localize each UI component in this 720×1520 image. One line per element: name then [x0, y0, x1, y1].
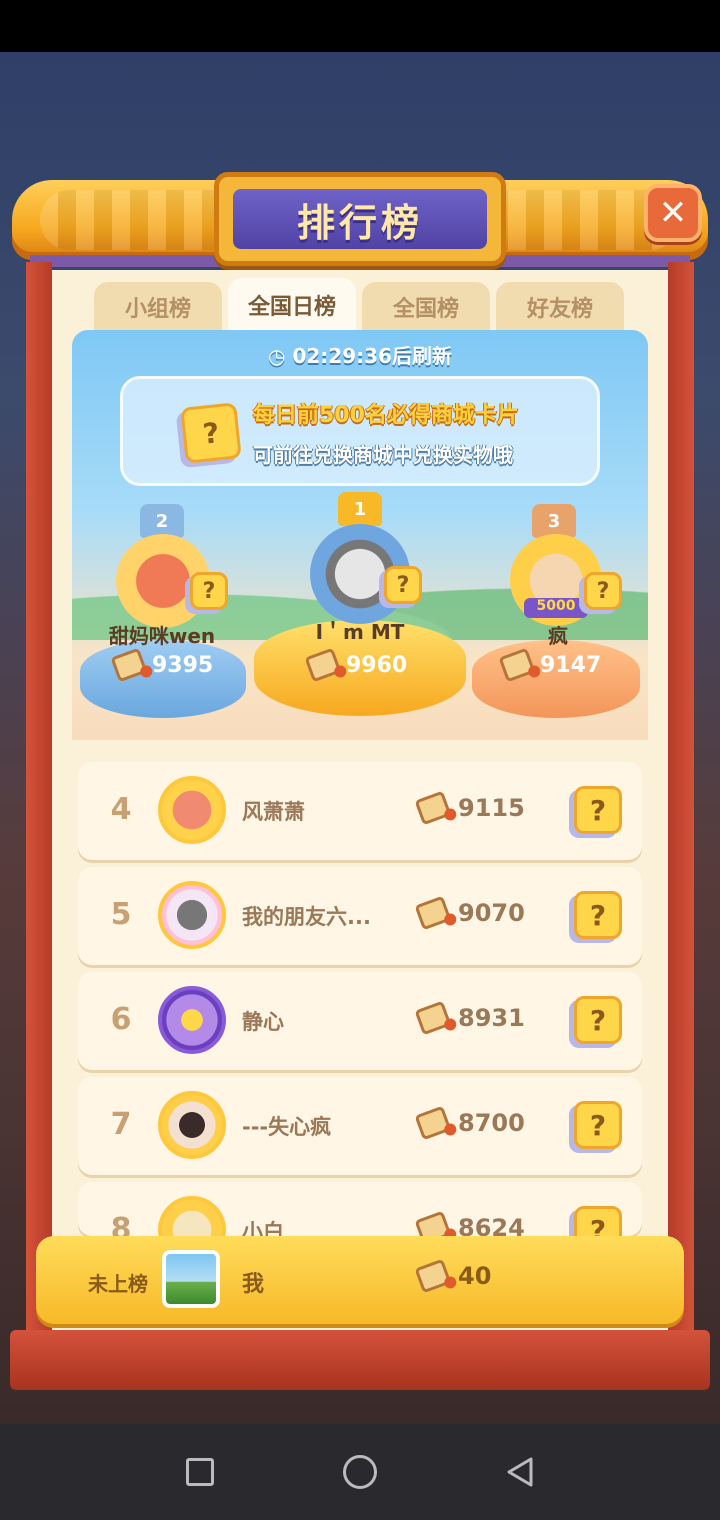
avatar [158, 881, 226, 949]
list-item[interactable]: 5 我的朋友六... 9070 ? [78, 867, 642, 965]
scroll-token-icon [414, 1000, 452, 1036]
rank-number: 6 [110, 1002, 132, 1037]
player-score: 9115 [414, 790, 525, 826]
player-score: 8624 [414, 1210, 525, 1236]
podium-rank-3[interactable]: 3 5000 ? 疯 9147 [468, 500, 648, 730]
podium-score: 9395 [110, 647, 213, 683]
back-button[interactable] [490, 1442, 550, 1502]
avatar [158, 986, 226, 1054]
rank-number: 4 [110, 792, 132, 827]
circle-icon [343, 1455, 377, 1489]
player-name: 静心 [242, 1010, 284, 1034]
frame-pillar-left [26, 262, 52, 1352]
square-icon [186, 1458, 214, 1486]
scroll-token-icon [304, 647, 342, 683]
podium-name: 甜妈咪wen [108, 624, 216, 648]
player-name: 我的朋友六... [242, 905, 371, 929]
avatar [162, 1250, 220, 1308]
podium-rank-1[interactable]: 1 ? I＇m MT 9960 [252, 490, 468, 730]
list-item[interactable]: 6 静心 8931 ? [78, 972, 642, 1070]
scroll-token-icon [414, 790, 452, 826]
question-card-icon[interactable]: ? [574, 786, 622, 834]
top3-stage: ◷ 02:29:36后刷新 ? 每日前500名必得商城卡片 可前往兑换商城中兑换… [72, 330, 648, 740]
list-item[interactable]: 7 ---失心疯 8700 ? [78, 1077, 642, 1175]
podium-score: 9147 [498, 647, 601, 683]
podium-score: 9960 [304, 647, 407, 683]
avatar-badge: 5000 [524, 598, 588, 618]
tab-group[interactable]: 小组榜 [94, 282, 222, 332]
banner-line2: 可前往兑换商城中兑换实物哦 [253, 443, 513, 467]
frame-base [10, 1330, 710, 1390]
my-score: 40 [414, 1258, 491, 1294]
my-rank-bar[interactable]: 未上榜 我 40 [36, 1236, 684, 1324]
question-card-icon: ? [190, 572, 228, 610]
podium-rank-2[interactable]: 2 ? 甜妈咪wen 9395 [72, 500, 252, 730]
rank-number: 7 [110, 1107, 132, 1142]
question-card-icon[interactable]: ? [574, 1101, 622, 1149]
question-card-icon[interactable]: ? [574, 891, 622, 939]
status-bar [0, 0, 720, 52]
tab-national-daily[interactable]: 全国日榜 [228, 278, 356, 332]
podium-name: 疯 [548, 624, 568, 648]
system-nav-bar [0, 1424, 720, 1520]
home-button[interactable] [330, 1442, 390, 1502]
close-icon: ✕ [658, 193, 688, 233]
scroll-token-icon [414, 895, 452, 931]
scroll-token-icon [110, 647, 148, 683]
question-card-icon[interactable]: ? [574, 996, 622, 1044]
player-score: 9070 [414, 895, 525, 931]
crown-icon: 1 [338, 492, 382, 526]
rank-number: 5 [110, 897, 132, 932]
question-card-icon: ? [384, 566, 422, 604]
tab-bar: 小组榜 全国日榜 全国榜 好友榜 [94, 278, 624, 332]
crown-icon: 2 [140, 504, 184, 538]
my-name: 我 [242, 1272, 265, 1297]
avatar [158, 1196, 226, 1236]
question-card-icon[interactable]: ? [574, 1206, 622, 1236]
player-score: 8931 [414, 1000, 525, 1036]
close-button[interactable]: ✕ [644, 184, 702, 242]
question-card-icon: ? [584, 572, 622, 610]
tab-national[interactable]: 全国榜 [362, 282, 490, 332]
crown-icon: 3 [532, 504, 576, 538]
back-triangle-icon [507, 1457, 533, 1487]
scroll-token-icon [498, 647, 536, 683]
question-card-icon: ? [180, 402, 242, 464]
avatar [158, 1091, 226, 1159]
scroll-token-icon [414, 1105, 452, 1141]
banner-line1: 每日前500名必得商城卡片 [253, 403, 519, 428]
rank-number: 8 [110, 1212, 132, 1236]
recents-button[interactable] [170, 1442, 230, 1502]
player-name: ---失心疯 [242, 1115, 332, 1139]
refresh-timer: ◷ 02:29:36后刷新 [268, 344, 452, 368]
list-item[interactable]: 8 小白 8624 ? [78, 1182, 642, 1236]
page-title: 排行榜 [296, 200, 423, 245]
scroll-token-icon [414, 1258, 452, 1294]
avatar [158, 776, 226, 844]
frame-pillar-right [668, 262, 694, 1352]
podium-name: I＇m MT [315, 620, 405, 644]
tab-friends[interactable]: 好友榜 [496, 282, 624, 332]
player-name: 风萧萧 [242, 800, 305, 824]
list-item[interactable]: 4 风萧萧 9115 ? [78, 762, 642, 860]
scroll-token-icon [414, 1210, 452, 1236]
my-rank-label: 未上榜 [88, 1272, 148, 1296]
reward-banner: ? 每日前500名必得商城卡片 可前往兑换商城中兑换实物哦 [120, 376, 600, 486]
player-name: 小白 [242, 1220, 284, 1236]
title-plaque: 排行榜 [214, 172, 506, 266]
player-score: 8700 [414, 1105, 525, 1141]
